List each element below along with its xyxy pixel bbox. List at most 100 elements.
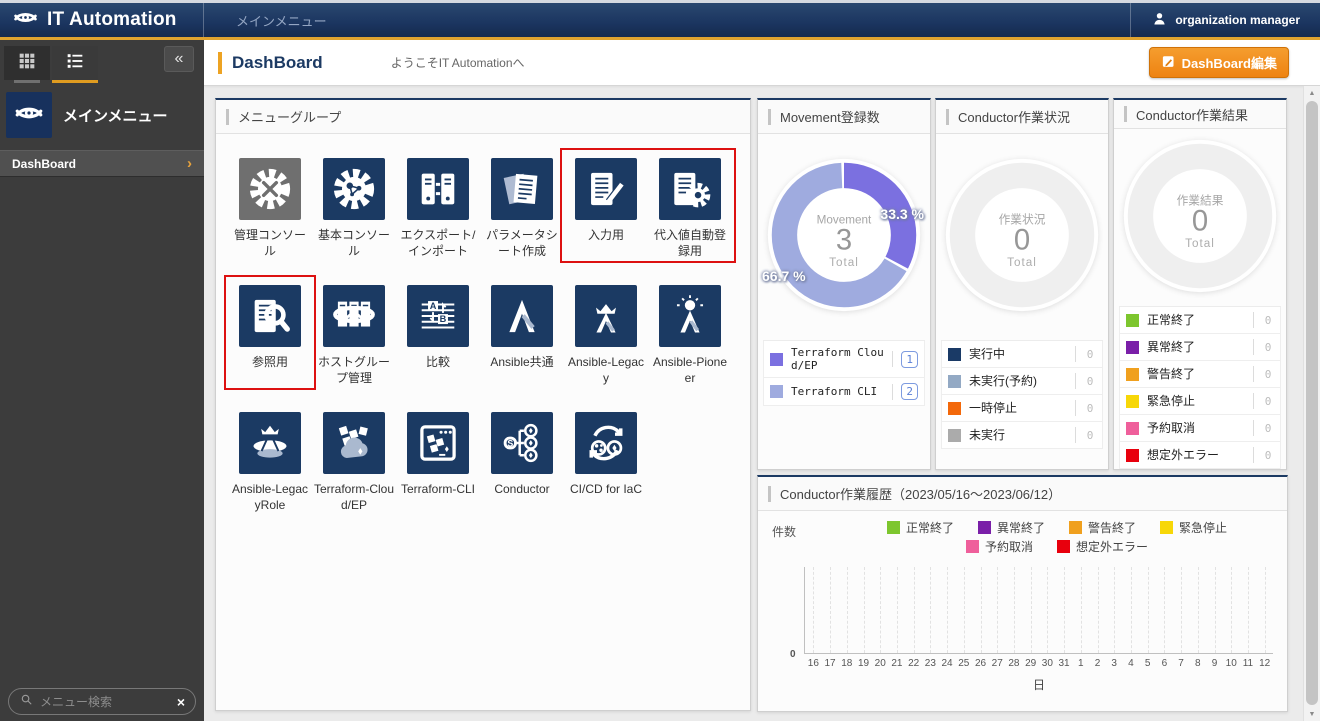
- legend-color-swatch: [948, 429, 961, 442]
- gridline: [997, 567, 998, 653]
- x-tick-label: 9: [1212, 658, 1218, 669]
- legend-color-swatch: [948, 348, 961, 361]
- menu-group-item[interactable]: 代入値自動登録用: [648, 158, 732, 259]
- count-badge[interactable]: 2: [901, 383, 918, 400]
- compare-icon: AB: [407, 285, 469, 347]
- menu-group-item[interactable]: Ansible-Legacy: [564, 285, 648, 386]
- x-tick-label: 24: [942, 658, 953, 669]
- legend-color-swatch: [1126, 341, 1139, 354]
- menu-item-label: Ansible-Legacy: [564, 355, 648, 386]
- menu-group-item[interactable]: Ansible共通: [480, 285, 564, 386]
- menu-group-item[interactable]: 管理コンソール: [228, 158, 312, 259]
- doc-magnifier-icon: [239, 285, 301, 347]
- legend-label: 緊急停止: [1179, 519, 1227, 536]
- menu-item-label: Conductor: [492, 482, 551, 498]
- svg-text:3: 3: [836, 224, 852, 257]
- history-legend-item: 予約取消: [966, 538, 1033, 555]
- menu-row: 参照用ホストグループ管理AB比較Ansible共通Ansible-LegacyA…: [228, 285, 738, 386]
- legend-label: 未実行(予約): [969, 374, 1067, 388]
- vertical-scrollbar: ▲ ▼: [1303, 86, 1320, 721]
- menu-group-item[interactable]: 入力用: [564, 158, 648, 259]
- legend-row: Terraform CLI 2: [763, 378, 925, 406]
- svg-text:S: S: [507, 439, 513, 449]
- legend-color-swatch: [1069, 521, 1082, 534]
- menu-group-item[interactable]: S Conductor: [480, 412, 564, 513]
- legend-label: 正常終了: [906, 519, 954, 536]
- sidebar-collapse-button[interactable]: «: [164, 46, 194, 72]
- gridline: [830, 567, 831, 653]
- legend-row: 予約取消0: [1119, 415, 1281, 442]
- panel-title: Conductor作業状況: [958, 107, 1070, 126]
- legend-count: 0: [1084, 402, 1096, 415]
- menu-grid: 管理コンソール基本コンソールエクスポート/インポートパラメータシート作成 入力用 代…: [216, 134, 750, 564]
- menu-group-item[interactable]: 参照用: [228, 285, 312, 386]
- legend-count: 0: [1262, 368, 1274, 381]
- status-legend: 実行中0未実行(予約)0一時停止0未実行0: [941, 340, 1103, 449]
- legend-color-swatch: [1160, 521, 1173, 534]
- terraform-cloud-icon: [323, 412, 385, 474]
- panel-title: Conductor作業結果: [1136, 105, 1248, 124]
- legend-row: 未実行0: [941, 422, 1103, 449]
- status-donut-wrap: 作業状況 0 Total: [936, 134, 1108, 336]
- menu-group-item[interactable]: ホストグループ管理: [312, 285, 396, 386]
- legend-label: 予約取消: [985, 538, 1033, 555]
- top-bar: IT Automation メインメニュー organization manag…: [0, 0, 1320, 40]
- topnav-main-menu[interactable]: メインメニュー: [236, 11, 327, 30]
- panel-title: Conductor作業履歴（2023/05/16～2023/06/12）: [780, 484, 1061, 503]
- menu-group-item[interactable]: 基本コンソール: [312, 158, 396, 259]
- sidebar-tab-grid[interactable]: [4, 46, 50, 80]
- app-logo: IT Automation: [0, 3, 204, 37]
- legend-label: Terraform CLI: [791, 385, 884, 398]
- movement-donut-chart: Movement 3 Total: [762, 153, 926, 317]
- menu-item-label: Ansible-LegacyRole: [228, 482, 312, 513]
- sidebar-item-dashboard[interactable]: DashBoard ›: [0, 150, 204, 177]
- legend-color-swatch: [1057, 540, 1070, 553]
- menu-group-item[interactable]: AB 比較: [396, 285, 480, 386]
- menu-group-item[interactable]: Terraform-CLI: [396, 412, 480, 513]
- search-clear-button[interactable]: ×: [177, 694, 185, 710]
- doc-gear-icon: [659, 158, 721, 220]
- gridline: [813, 567, 814, 653]
- export-import-icon: [407, 158, 469, 220]
- x-tick-label: 28: [1008, 658, 1019, 669]
- menu-item-label: Terraform-CLI: [399, 482, 477, 498]
- x-tick-label: 25: [958, 658, 969, 669]
- movement-panel: Movement登録数 Movement 3 Total 33.3 % 66.7…: [757, 98, 931, 470]
- svg-text:A: A: [430, 301, 437, 311]
- panel-accent-bar: [768, 109, 771, 125]
- legend-row: 実行中0: [941, 341, 1103, 368]
- menu-item-label: 入力用: [586, 228, 626, 244]
- menu-group-item[interactable]: CI/CD for IaC: [564, 412, 648, 513]
- edit-button-label: DashBoard編集: [1182, 53, 1277, 72]
- ansible-crown-icon: [575, 285, 637, 347]
- scroll-up-arrow[interactable]: ▲: [1304, 86, 1320, 100]
- menu-group-item[interactable]: Ansible-LegacyRole: [228, 412, 312, 513]
- sidebar-menu-header: メインメニュー: [0, 88, 204, 142]
- x-tick-label: 1: [1078, 658, 1084, 669]
- legend-label: 一時停止: [969, 401, 1067, 415]
- count-badge[interactable]: 1: [901, 351, 918, 368]
- panel-accent-bar: [1124, 106, 1127, 122]
- scroll-down-arrow[interactable]: ▼: [1304, 707, 1320, 721]
- x-tick-label: 5: [1145, 658, 1151, 669]
- legend-color-swatch: [770, 385, 783, 398]
- menu-group-item[interactable]: Ansible-Pioneer: [648, 285, 732, 386]
- sidebar-tab-list[interactable]: [52, 46, 98, 80]
- dashboard-edit-button[interactable]: DashBoard編集: [1149, 47, 1289, 78]
- menu-group-item[interactable]: Terraform-Cloud/EP: [312, 412, 396, 513]
- gridline: [1265, 567, 1266, 653]
- legend-row: 異常終了0: [1119, 334, 1281, 361]
- menu-item-label: 比較: [424, 355, 452, 371]
- menu-item-label: CI/CD for IaC: [568, 482, 644, 498]
- user-menu[interactable]: organization manager: [1130, 3, 1320, 37]
- menu-group-item[interactable]: エクスポート/インポート: [396, 158, 480, 259]
- menu-item-label: パラメータシート作成: [480, 228, 564, 259]
- history-legend-item: 想定外エラー: [1057, 538, 1148, 555]
- legend-label: 警告終了: [1088, 519, 1136, 536]
- x-tick-label: 27: [992, 658, 1003, 669]
- menu-group-item[interactable]: パラメータシート作成: [480, 158, 564, 259]
- menu-search-input[interactable]: [40, 695, 171, 709]
- legend-color-swatch: [966, 540, 979, 553]
- gridline: [880, 567, 881, 653]
- scroll-thumb[interactable]: [1306, 101, 1318, 705]
